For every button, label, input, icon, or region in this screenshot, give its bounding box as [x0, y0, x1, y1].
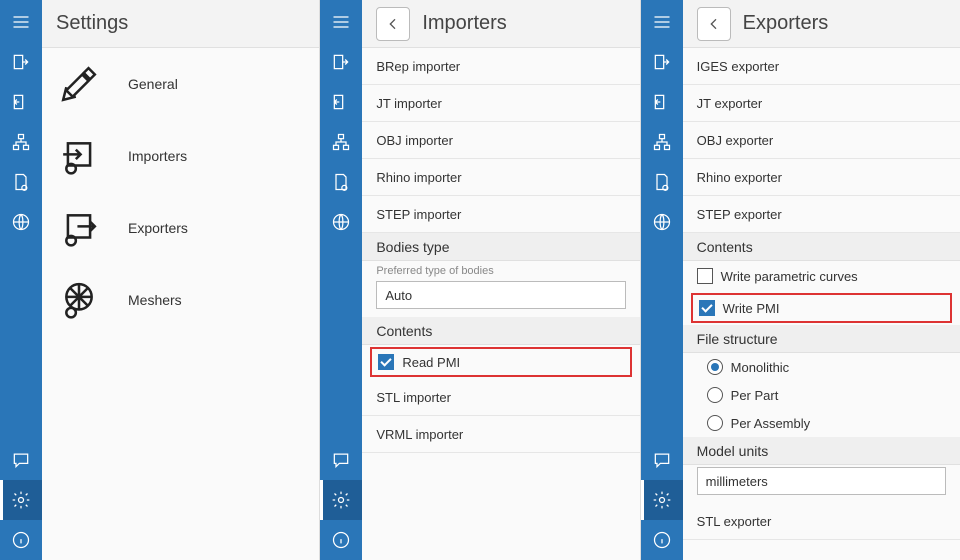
file-icon[interactable]	[0, 162, 42, 202]
gear-icon[interactable]	[0, 480, 42, 520]
export-icon[interactable]	[641, 82, 683, 122]
section-file-structure: File structure	[683, 325, 960, 353]
read-pmi-checkbox[interactable]	[378, 354, 394, 370]
importer-item[interactable]: STEP importer	[362, 196, 639, 233]
sidebar-rail	[320, 0, 362, 560]
info-icon[interactable]	[641, 520, 683, 560]
sidebar-rail	[0, 0, 42, 560]
page-title: Settings	[42, 0, 319, 48]
section-contents: Contents	[362, 317, 639, 345]
exporter-item[interactable]: STL exporter	[683, 503, 960, 540]
export-arrow-icon	[56, 205, 102, 251]
info-icon[interactable]	[320, 520, 362, 560]
write-pmi-label: Write PMI	[723, 301, 780, 316]
category-meshers[interactable]: Meshers	[42, 264, 319, 336]
tree-icon[interactable]	[641, 122, 683, 162]
section-model-units: Model units	[683, 437, 960, 465]
export-icon[interactable]	[320, 82, 362, 122]
category-label: Exporters	[128, 220, 188, 236]
exporter-item[interactable]: STEP exporter	[683, 196, 960, 233]
page-title: Importers	[422, 12, 506, 35]
globe-icon[interactable]	[0, 202, 42, 242]
chat-icon[interactable]	[641, 440, 683, 480]
importer-item[interactable]: OBJ importer	[362, 122, 639, 159]
exporter-item[interactable]: Rhino exporter	[683, 159, 960, 196]
mesh-icon	[56, 277, 102, 323]
import-icon[interactable]	[320, 42, 362, 82]
globe-icon[interactable]	[641, 202, 683, 242]
write-param-label: Write parametric curves	[721, 269, 858, 284]
read-pmi-label: Read PMI	[402, 355, 460, 370]
category-label: General	[128, 76, 178, 92]
bodies-type-select[interactable]	[376, 281, 625, 309]
radio-button[interactable]	[707, 359, 723, 375]
tree-icon[interactable]	[320, 122, 362, 162]
radio-button[interactable]	[707, 415, 723, 431]
section-bodies-type: Bodies type	[362, 233, 639, 261]
exporter-item[interactable]: JT exporter	[683, 85, 960, 122]
back-button[interactable]	[697, 7, 731, 41]
exporters-panel: Exporters IGES exporter JT exporter OBJ …	[641, 0, 960, 560]
category-importers[interactable]: Importers	[42, 120, 319, 192]
settings-panel: Settings General Importers Exporters Mes…	[0, 0, 320, 560]
exporter-item[interactable]: OBJ exporter	[683, 122, 960, 159]
importer-item[interactable]: STL importer	[362, 379, 639, 416]
globe-icon[interactable]	[320, 202, 362, 242]
file-icon[interactable]	[641, 162, 683, 202]
bodies-hint: Preferred type of bodies	[362, 261, 639, 279]
chat-icon[interactable]	[0, 440, 42, 480]
gear-icon[interactable]	[641, 480, 683, 520]
importer-item[interactable]: VRML importer	[362, 416, 639, 453]
import-arrow-icon	[56, 133, 102, 179]
exporter-item[interactable]: IGES exporter	[683, 48, 960, 85]
chat-icon[interactable]	[320, 440, 362, 480]
category-label: Meshers	[128, 292, 182, 308]
radio-monolithic[interactable]: Monolithic	[683, 353, 960, 381]
back-button[interactable]	[376, 7, 410, 41]
importer-item[interactable]: JT importer	[362, 85, 639, 122]
hamburger-icon[interactable]	[0, 2, 42, 42]
hamburger-icon[interactable]	[320, 2, 362, 42]
category-exporters[interactable]: Exporters	[42, 192, 319, 264]
export-icon[interactable]	[0, 82, 42, 122]
page-title: Exporters	[743, 12, 829, 35]
section-contents: Contents	[683, 233, 960, 261]
radio-button[interactable]	[707, 387, 723, 403]
radio-per-assembly[interactable]: Per Assembly	[683, 409, 960, 437]
tree-icon[interactable]	[0, 122, 42, 162]
write-pmi-row: Write PMI	[691, 293, 952, 323]
category-label: Importers	[128, 148, 187, 164]
wrench-icon	[56, 61, 102, 107]
category-general[interactable]: General	[42, 48, 319, 120]
import-icon[interactable]	[0, 42, 42, 82]
file-icon[interactable]	[320, 162, 362, 202]
import-icon[interactable]	[641, 42, 683, 82]
write-param-row: Write parametric curves	[683, 261, 960, 291]
sidebar-rail	[641, 0, 683, 560]
importer-item[interactable]: BRep importer	[362, 48, 639, 85]
gear-icon[interactable]	[320, 480, 362, 520]
read-pmi-row: Read PMI	[370, 347, 631, 377]
importers-panel: Importers BRep importer JT importer OBJ …	[320, 0, 640, 560]
info-icon[interactable]	[0, 520, 42, 560]
write-pmi-checkbox[interactable]	[699, 300, 715, 316]
write-param-checkbox[interactable]	[697, 268, 713, 284]
hamburger-icon[interactable]	[641, 2, 683, 42]
model-units-select[interactable]	[697, 467, 946, 495]
radio-per-part[interactable]: Per Part	[683, 381, 960, 409]
importer-item[interactable]: Rhino importer	[362, 159, 639, 196]
